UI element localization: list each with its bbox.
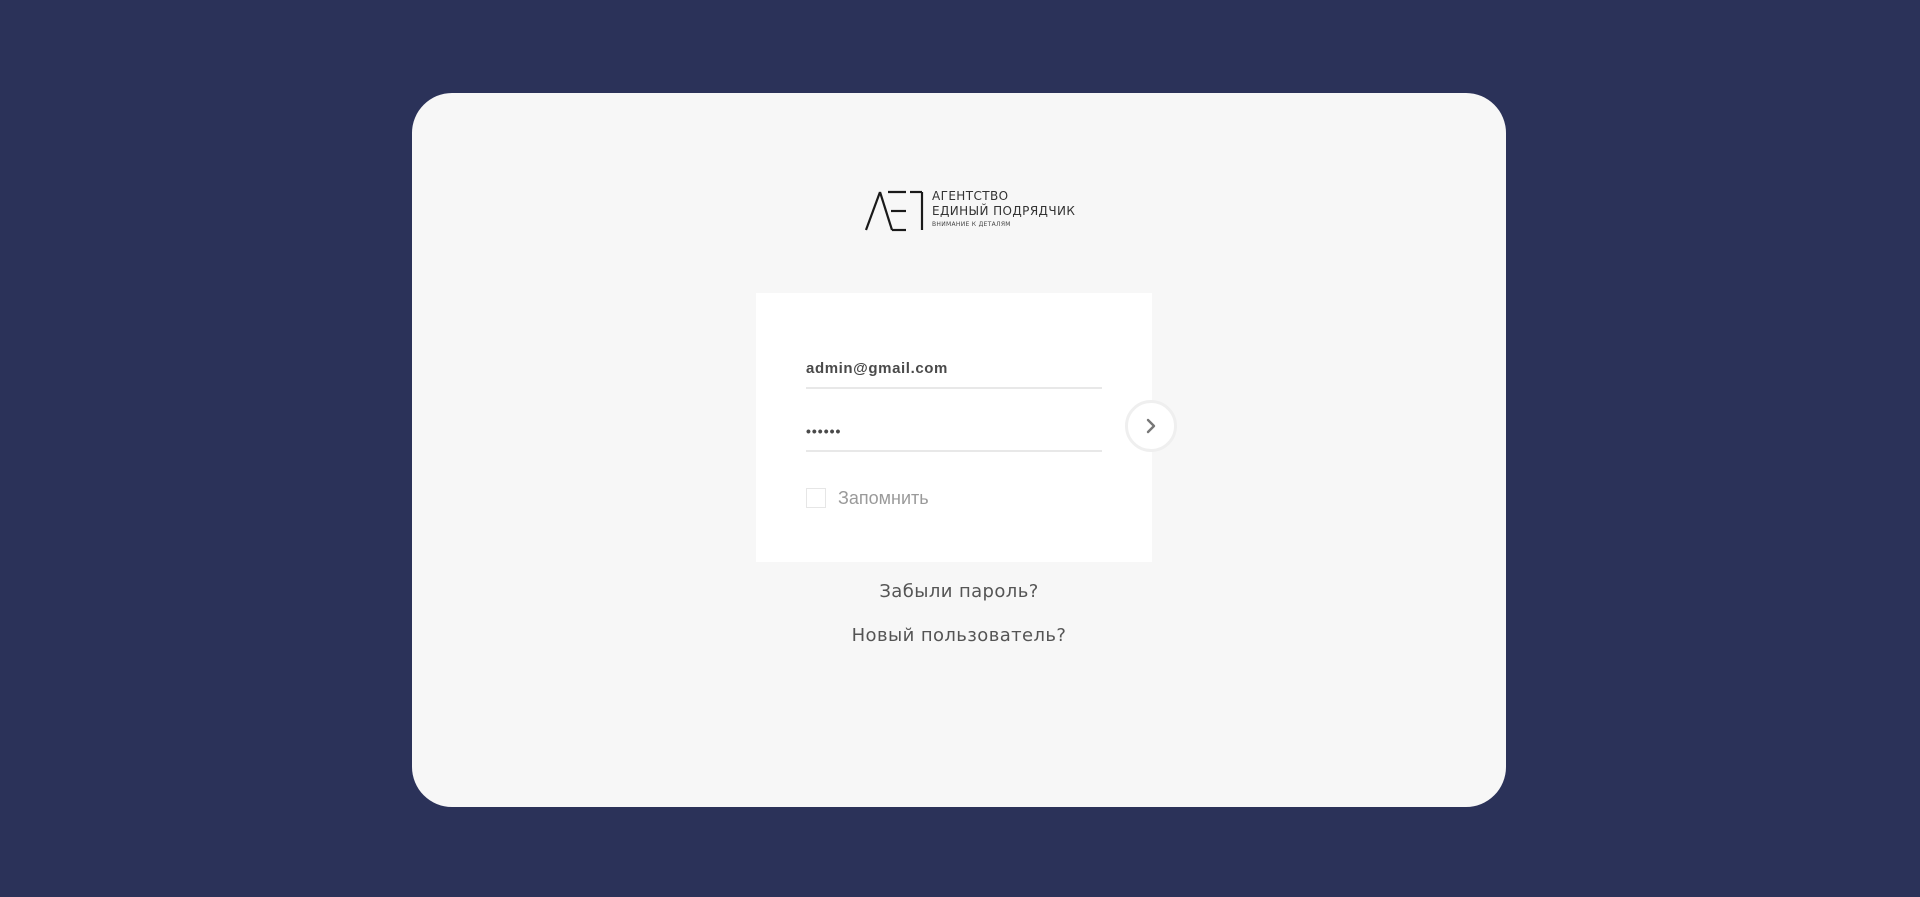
password-input[interactable] <box>806 420 1102 442</box>
brand-logo-mark <box>864 190 924 232</box>
brand-logo: АГЕНТСТВО ЕДИНЫЙ ПОДРЯДЧИК ВНИМАНИЕ К ДЕ… <box>864 188 1084 238</box>
email-input[interactable] <box>806 357 1102 379</box>
email-field <box>806 357 1102 389</box>
login-form: Запомнить <box>756 293 1152 562</box>
remember-me[interactable]: Запомнить <box>806 486 929 510</box>
brand-line-2: ЕДИНЫЙ ПОДРЯДЧИК <box>932 204 1076 218</box>
new-user-link[interactable]: Новый пользователь? <box>412 625 1506 646</box>
brand-tagline: ВНИМАНИЕ К ДЕТАЛЯМ <box>932 221 1011 228</box>
password-field <box>806 420 1102 452</box>
remember-checkbox[interactable] <box>806 488 826 508</box>
chevron-right-icon <box>1146 418 1156 434</box>
submit-button[interactable] <box>1125 400 1177 452</box>
login-card: АГЕНТСТВО ЕДИНЫЙ ПОДРЯДЧИК ВНИМАНИЕ К ДЕ… <box>412 93 1506 807</box>
brand-logo-text: АГЕНТСТВО ЕДИНЫЙ ПОДРЯДЧИК ВНИМАНИЕ К ДЕ… <box>932 189 1075 230</box>
brand-line-1: АГЕНТСТВО <box>932 189 1009 203</box>
remember-label: Запомнить <box>838 487 929 508</box>
forgot-password-link[interactable]: Забыли пароль? <box>412 581 1506 602</box>
